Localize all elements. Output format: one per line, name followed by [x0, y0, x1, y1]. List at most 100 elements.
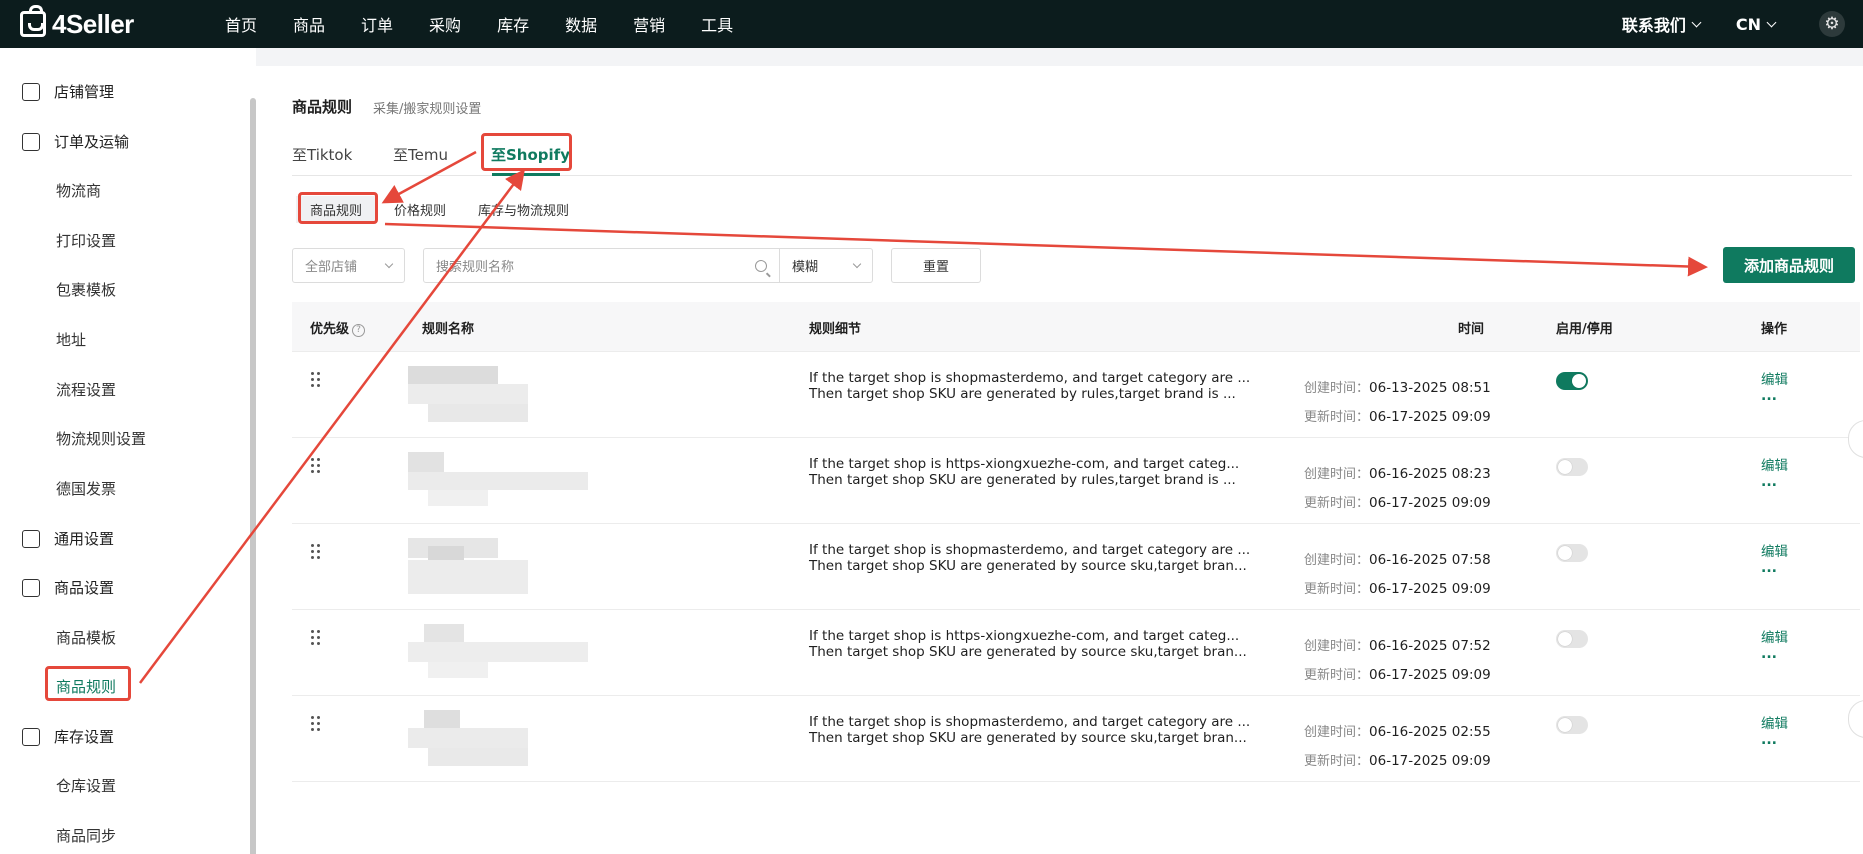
sidebar-item-product-templates[interactable]: 商品模板 — [56, 627, 116, 648]
annotation-highlight-box — [481, 133, 572, 171]
blurred-rule-name — [408, 710, 598, 768]
sidebar-item-process-settings[interactable]: 流程设置 — [56, 379, 116, 400]
sidebar-item-product-sync[interactable]: 商品同步 — [56, 825, 116, 846]
sidebar-item-package-templates[interactable]: 包裹模板 — [56, 279, 116, 300]
sidebar-group-store-management[interactable]: 店铺管理 — [22, 81, 114, 102]
sidebar-group-label: 店铺管理 — [54, 83, 115, 101]
nav-item-tools[interactable]: 工具 — [701, 12, 733, 36]
sidebar-item-logistics-rules[interactable]: 物流规则设置 — [56, 428, 146, 449]
search-placeholder: 搜索规则名称 — [436, 260, 515, 275]
table-row: If the target shop is shopmasterdemo, an… — [292, 352, 1860, 438]
enable-toggle[interactable] — [1556, 630, 1588, 648]
updated-time-value: 06-17-2025 09:09 — [1369, 409, 1491, 425]
nav-item-marketing[interactable]: 营销 — [633, 12, 665, 36]
drag-handle-icon[interactable] — [311, 372, 321, 388]
edit-link[interactable]: 编辑 — [1761, 540, 1788, 560]
brand-logo[interactable]: 4Seller — [20, 5, 134, 40]
more-actions-link[interactable]: ... — [1761, 646, 1777, 662]
rule-detail-action: Then target shop SKU are generated by so… — [809, 730, 1247, 746]
sidebar-group-general-settings[interactable]: 通用设置 — [22, 528, 114, 549]
sidebar-item-print-settings[interactable]: 打印设置 — [56, 230, 116, 251]
table-row: If the target shop is https-xiongxuezhe-… — [292, 610, 1860, 696]
active-tab-indicator — [492, 173, 560, 176]
rule-detail: If the target shop is shopmasterdemo, an… — [809, 714, 1250, 746]
contact-us-menu[interactable]: 联系我们 — [1622, 12, 1702, 36]
drag-handle-icon[interactable] — [311, 544, 321, 560]
blurred-rule-name — [408, 624, 598, 682]
table-row: If the target shop is https-xiongxuezhe-… — [292, 438, 1860, 524]
chevron-down-icon — [852, 259, 862, 268]
rule-detail-condition: If the target shop is https-xiongxuezhe-… — [809, 456, 1240, 472]
nav-item-orders[interactable]: 订单 — [361, 12, 393, 36]
edit-link[interactable]: 编辑 — [1761, 712, 1788, 732]
enable-toggle[interactable] — [1556, 544, 1588, 562]
column-header-rule-name: 规则名称 — [422, 322, 475, 337]
enable-toggle[interactable] — [1556, 372, 1588, 390]
edit-link[interactable]: 编辑 — [1761, 454, 1788, 474]
product-settings-icon — [22, 578, 40, 597]
sidebar-item-warehouse-settings[interactable]: 仓库设置 — [56, 775, 116, 796]
drag-handle-icon[interactable] — [311, 458, 321, 474]
created-time-value: 06-16-2025 02:55 — [1369, 724, 1491, 740]
store-select[interactable]: 全部店铺 — [292, 248, 405, 283]
column-header-label: 优先级 — [310, 322, 350, 337]
column-header-toggle: 启用/停用 — [1556, 322, 1613, 337]
rule-detail-condition: If the target shop is https-xiongxuezhe-… — [809, 628, 1240, 644]
rule-times: 创建时间：06-16-2025 08:23 更新时间：06-17-2025 09… — [1304, 460, 1491, 518]
sidebar-item-carriers[interactable]: 物流商 — [56, 180, 101, 201]
rule-detail-condition: If the target shop is shopmasterdemo, an… — [809, 370, 1251, 386]
column-header-priority: 优先级? — [310, 318, 366, 337]
sidebar-item-addresses[interactable]: 地址 — [56, 329, 86, 350]
rule-times: 创建时间：06-16-2025 07:52 更新时间：06-17-2025 09… — [1304, 632, 1491, 690]
enable-toggle[interactable] — [1556, 716, 1588, 734]
sidebar-group-product-settings[interactable]: 商品设置 — [22, 577, 114, 598]
table-row: If the target shop is shopmasterdemo, an… — [292, 524, 1860, 610]
page-title: 商品规则 — [292, 98, 353, 116]
created-time-label: 创建时间： — [1304, 553, 1370, 568]
edit-link[interactable]: 编辑 — [1761, 626, 1788, 646]
search-icon — [755, 259, 767, 272]
sidebar-item-german-invoice[interactable]: 德国发票 — [56, 478, 116, 499]
more-actions-link[interactable]: ... — [1761, 388, 1777, 404]
updated-time-value: 06-17-2025 09:09 — [1369, 495, 1491, 511]
chevron-down-icon — [1691, 17, 1702, 27]
column-header-actions: 操作 — [1761, 322, 1788, 337]
nav-item-data[interactable]: 数据 — [565, 12, 597, 36]
sidebar-group-inventory-settings[interactable]: 库存设置 — [22, 726, 114, 747]
tab-to-tiktok[interactable]: 至Tiktok — [292, 144, 352, 165]
more-actions-link[interactable]: ... — [1761, 732, 1777, 748]
more-actions-link[interactable]: ... — [1761, 474, 1777, 490]
table-header: 优先级? 规则名称 规则细节 时间 启用/停用 操作 — [292, 302, 1860, 352]
rule-name-search-input[interactable]: 搜索规则名称 — [423, 248, 780, 283]
subtab-price-rules[interactable]: 价格规则 — [380, 196, 460, 223]
rule-detail: If the target shop is shopmasterdemo, an… — [809, 542, 1250, 574]
match-mode-select[interactable]: 模糊 — [779, 248, 873, 283]
subtab-inventory-logistics-rules[interactable]: 库存与物流规则 — [464, 196, 583, 223]
page-subtitle: 采集/搬家规则设置 — [373, 102, 482, 117]
nav-item-inventory[interactable]: 库存 — [497, 12, 529, 36]
tab-to-temu[interactable]: 至Temu — [393, 144, 448, 165]
rule-detail: If the target shop is https-xiongxuezhe-… — [809, 456, 1239, 488]
more-actions-link[interactable]: ... — [1761, 560, 1777, 576]
rule-times: 创建时间：06-13-2025 08:51 更新时间：06-17-2025 09… — [1304, 374, 1491, 432]
nav-item-home[interactable]: 首页 — [225, 12, 257, 36]
nav-item-purchasing[interactable]: 采购 — [429, 12, 461, 36]
language-menu[interactable]: CN — [1736, 15, 1777, 34]
drag-handle-icon[interactable] — [311, 630, 321, 646]
reset-button[interactable]: 重置 — [891, 248, 981, 283]
column-header-rule-detail: 规则细节 — [809, 322, 862, 337]
add-product-rule-button[interactable]: 添加商品规则 — [1723, 247, 1855, 283]
drag-handle-icon[interactable] — [311, 716, 321, 732]
help-icon[interactable]: ? — [352, 324, 366, 337]
store-select-value: 全部店铺 — [305, 260, 358, 275]
sidebar-group-order-shipping[interactable]: 订单及运输 — [22, 131, 129, 152]
rule-detail-action: Then target shop SKU are generated by so… — [809, 558, 1247, 574]
settings-gear-icon[interactable]: ⚙ — [1819, 11, 1845, 37]
rule-detail-action: Then target shop SKU are generated by ru… — [809, 472, 1236, 488]
sidebar-group-label: 商品设置 — [54, 579, 115, 597]
nav-item-products[interactable]: 商品 — [293, 12, 325, 36]
enable-toggle[interactable] — [1556, 458, 1588, 476]
blurred-rule-name — [408, 452, 598, 510]
edit-link[interactable]: 编辑 — [1761, 368, 1788, 388]
sidebar-group-label: 通用设置 — [54, 530, 115, 548]
